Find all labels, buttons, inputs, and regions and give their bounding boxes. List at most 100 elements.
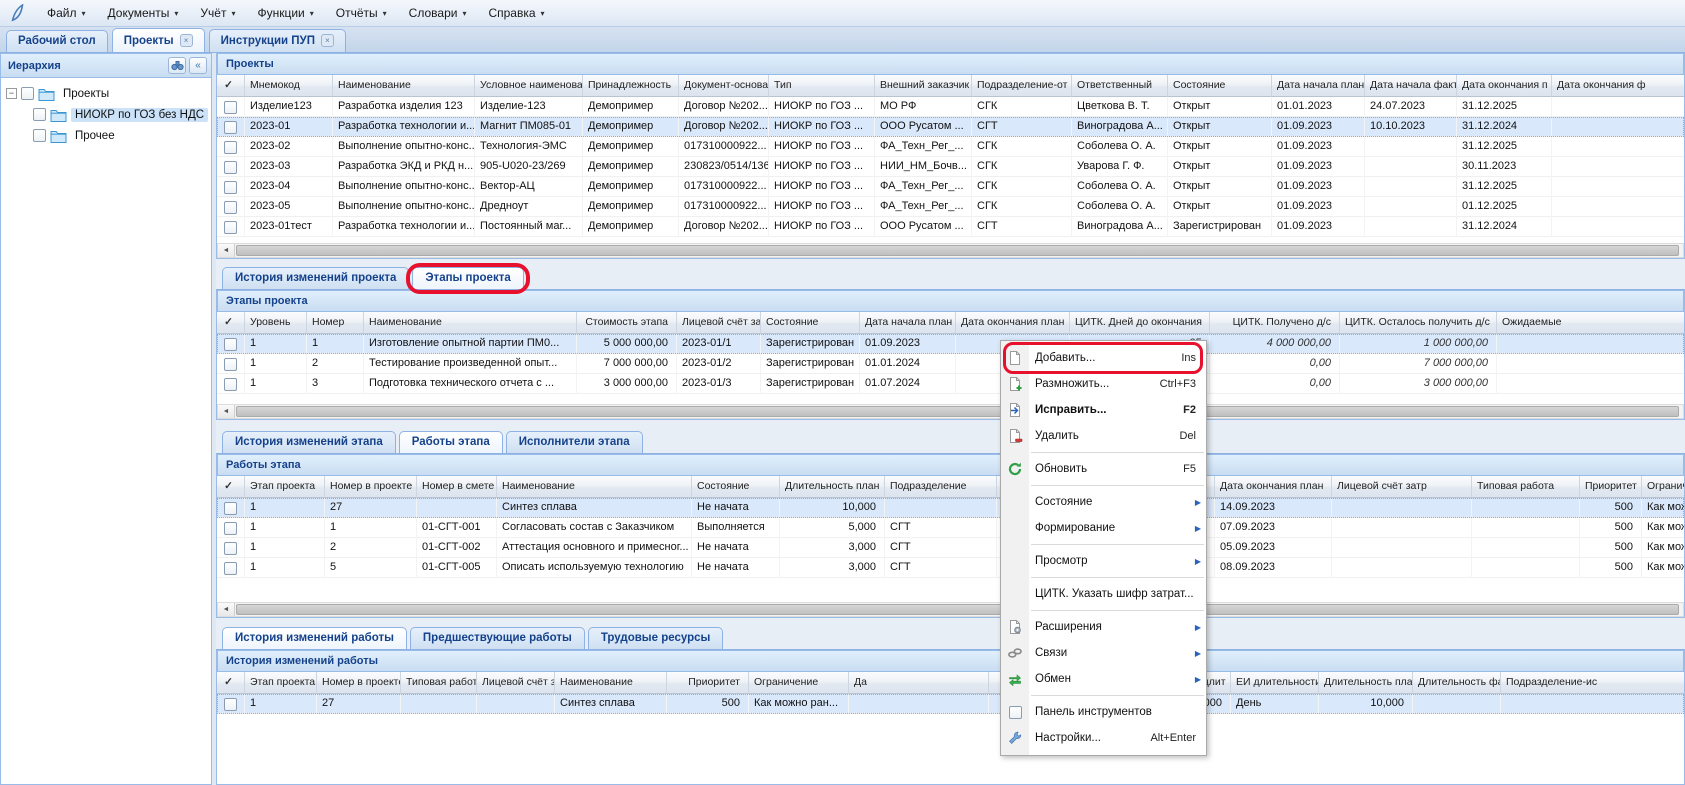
context-menu-item-links[interactable]: Связи▶	[1001, 640, 1206, 666]
history-header-3[interactable]: Типовая работа	[401, 672, 477, 694]
projects-header-10[interactable]: Состояние	[1168, 75, 1272, 97]
history-tabs-2[interactable]: Предшествующие работы	[410, 627, 585, 649]
row-checkbox[interactable]	[217, 538, 245, 558]
main-tab-1[interactable]: Рабочий стол	[6, 30, 108, 52]
history-tabs-3[interactable]: Трудовые ресурсы	[588, 627, 724, 649]
projects-hscrollbar[interactable]: ◄	[217, 243, 1684, 258]
row-checkbox[interactable]	[217, 177, 245, 197]
projects-row-5[interactable]: 2023-04Выполнение опытно-конс...Вектор-А…	[217, 177, 1684, 197]
history-header-2[interactable]: Номер в проекте	[317, 672, 401, 694]
history-header-8[interactable]: Да	[849, 672, 989, 694]
history-row-1[interactable]: 127Синтез сплава500Как можно ран...10,00…	[217, 694, 1684, 714]
history-header-13[interactable]: Длительность фак	[1413, 672, 1501, 694]
context-menu-item-state[interactable]: Состояние▶	[1001, 489, 1206, 515]
context-menu-item-citk-cost-code[interactable]: ЦИТК. Указать шифр затрат...	[1001, 581, 1206, 607]
works-header-14[interactable]: Ограничение	[1642, 476, 1684, 498]
works-hscrollbar[interactable]: ◄	[217, 602, 1684, 617]
stages-row-1[interactable]: 11Изготовление опытной партии ПМ0...5 00…	[217, 334, 1684, 354]
stages-header-10[interactable]: ЦИТК. Получено д/с	[1210, 312, 1340, 334]
tree-expander-icon[interactable]: −	[6, 88, 17, 99]
projects-header-8[interactable]: Подразделение-от	[972, 75, 1072, 97]
projects-header-1[interactable]: Мнемокод	[245, 75, 333, 97]
stages-row-3[interactable]: 13Подготовка технического отчета с ...3 …	[217, 374, 1684, 394]
projects-row-4[interactable]: 2023-03Разработка ЭКД и РКД н...905-U020…	[217, 157, 1684, 177]
projects-header-13[interactable]: Дата окончания п	[1457, 75, 1552, 97]
main-tab-3[interactable]: Инструкции ПУП×	[209, 29, 346, 52]
tree-node-1[interactable]: −Проекты	[3, 83, 209, 104]
stage-tabs-2[interactable]: Этапы проекта	[412, 267, 523, 289]
history-tabs-1[interactable]: История изменений работы	[222, 627, 407, 649]
main-tab-2[interactable]: Проекты×	[112, 28, 205, 52]
context-menu-item-forming[interactable]: Формирование▶	[1001, 515, 1206, 541]
work-tabs-1[interactable]: История изменений этапа	[222, 431, 396, 453]
history-header-12[interactable]: Длительность пла	[1319, 672, 1413, 694]
context-menu-item-refresh[interactable]: ОбновитьF5	[1001, 456, 1206, 482]
projects-row-1[interactable]: Изделие123Разработка изделия 123Изделие-…	[217, 97, 1684, 117]
row-checkbox[interactable]	[217, 518, 245, 538]
history-header-11[interactable]: ЕИ длительности	[1231, 672, 1319, 694]
context-menu-item-view[interactable]: Просмотр▶	[1001, 548, 1206, 574]
projects-header-12[interactable]: Дата начала факт.	[1365, 75, 1457, 97]
row-checkbox[interactable]	[217, 137, 245, 157]
projects-row-7[interactable]: 2023-01тестРазработка технологии и...Пос…	[217, 217, 1684, 237]
projects-header-2[interactable]: Наименование	[333, 75, 475, 97]
projects-header-check[interactable]: ✓	[217, 75, 245, 97]
context-menu-item-exchange[interactable]: Обмен▶	[1001, 666, 1206, 692]
history-header-7[interactable]: Ограничение	[749, 672, 849, 694]
works-header-10[interactable]: Дата окончания план	[1215, 476, 1332, 498]
stages-header-2[interactable]: Номер	[307, 312, 364, 334]
works-header-5[interactable]: Состояние	[692, 476, 780, 498]
works-header-2[interactable]: Номер в проекте	[325, 476, 417, 498]
works-header-3[interactable]: Номер в смете	[417, 476, 497, 498]
tree-checkbox[interactable]	[33, 129, 46, 142]
projects-header-11[interactable]: Дата начала план.	[1272, 75, 1365, 97]
stages-header-12[interactable]: Ожидаемые	[1497, 312, 1684, 334]
menu-checkbox[interactable]	[1001, 706, 1029, 719]
menubar-item-2[interactable]: Документы▾	[97, 2, 190, 24]
projects-row-2[interactable]: 2023-01Разработка технологии и...Магнит …	[217, 117, 1684, 137]
stages-header-7[interactable]: Дата начала план	[860, 312, 956, 334]
history-header-4[interactable]: Лицевой счёт затр	[477, 672, 555, 694]
history-header-14[interactable]: Подразделение-ис	[1501, 672, 1684, 694]
row-checkbox[interactable]	[217, 374, 245, 394]
work-tabs-3[interactable]: Исполнители этапа	[506, 431, 643, 453]
projects-header-3[interactable]: Условное наименова	[475, 75, 583, 97]
works-row-4[interactable]: 1501-СГТ-005Описать используемую техноло…	[217, 558, 1684, 578]
row-checkbox[interactable]	[217, 694, 245, 714]
works-row-2[interactable]: 1101-СГТ-001Согласовать состав с Заказчи…	[217, 518, 1684, 538]
stages-header-5[interactable]: Лицевой счёт затрат.	[677, 312, 761, 334]
stages-header-8[interactable]: Дата окончания план	[956, 312, 1070, 334]
row-checkbox[interactable]	[217, 157, 245, 177]
context-menu-item-toolbar[interactable]: Панель инструментов	[1001, 699, 1206, 725]
scroll-thumb[interactable]	[236, 604, 1679, 615]
collapse-sidebar-icon[interactable]: «	[189, 57, 207, 74]
tree-checkbox[interactable]	[21, 87, 34, 100]
history-header-1[interactable]: Этап проекта	[245, 672, 317, 694]
works-header-13[interactable]: Приоритет	[1580, 476, 1642, 498]
projects-header-9[interactable]: Ответственный	[1072, 75, 1168, 97]
tab-close-icon[interactable]: ×	[321, 34, 334, 47]
history-header-6[interactable]: Приоритет	[667, 672, 749, 694]
projects-header-14[interactable]: Дата окончания ф	[1552, 75, 1684, 97]
history-header-5[interactable]: Наименование	[555, 672, 667, 694]
projects-row-6[interactable]: 2023-05Выполнение опытно-конс...Дредноут…	[217, 197, 1684, 217]
row-checkbox[interactable]	[217, 334, 245, 354]
history-header-check[interactable]: ✓	[217, 672, 245, 694]
work-tabs-2[interactable]: Работы этапа	[399, 431, 503, 453]
stages-header-11[interactable]: ЦИТК. Осталось получить д/с	[1340, 312, 1497, 334]
works-header-6[interactable]: Длительность план▼	[780, 476, 885, 498]
stages-header-check[interactable]: ✓	[217, 312, 245, 334]
menubar-item-1[interactable]: Файл▾	[36, 2, 97, 24]
row-checkbox[interactable]	[217, 498, 245, 518]
projects-header-5[interactable]: Документ-основан	[679, 75, 769, 97]
projects-header-4[interactable]: Принадлежность	[583, 75, 679, 97]
stages-header-4[interactable]: Стоимость этапа	[577, 312, 677, 334]
scroll-thumb[interactable]	[236, 406, 1679, 417]
stages-header-1[interactable]: Уровень	[245, 312, 307, 334]
stage-tabs-1[interactable]: История изменений проекта	[222, 267, 409, 289]
works-header-12[interactable]: Типовая работа	[1472, 476, 1580, 498]
projects-row-3[interactable]: 2023-02Выполнение опытно-конс...Технолог…	[217, 137, 1684, 157]
scroll-thumb[interactable]	[236, 245, 1679, 256]
row-checkbox[interactable]	[217, 197, 245, 217]
stages-header-6[interactable]: Состояние	[761, 312, 860, 334]
